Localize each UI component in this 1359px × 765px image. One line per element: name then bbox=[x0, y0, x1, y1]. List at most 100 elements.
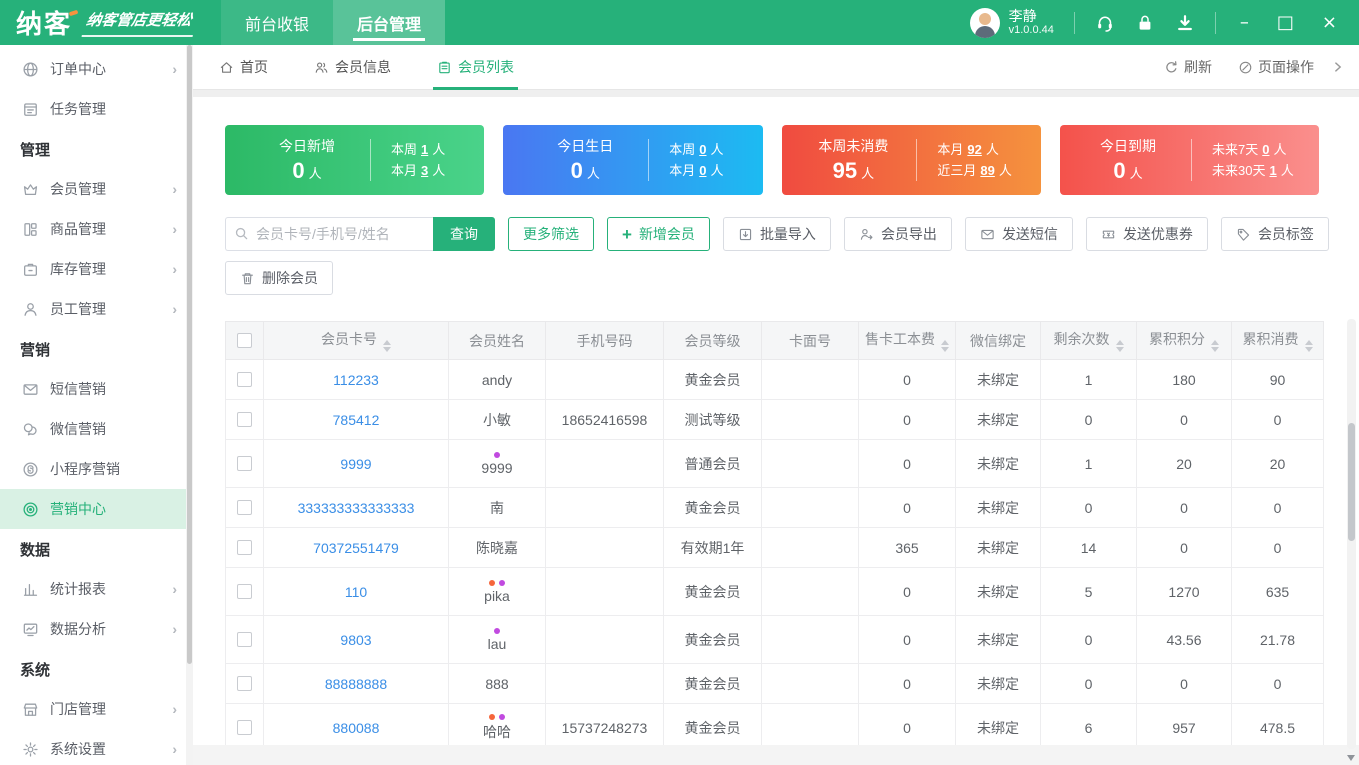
member-card-no-link[interactable]: 70372551479 bbox=[313, 540, 399, 556]
delete-member-button[interactable]: 删除会员 bbox=[225, 261, 333, 295]
select-all-checkbox[interactable] bbox=[237, 333, 252, 348]
row-checkbox[interactable] bbox=[237, 632, 252, 647]
send-coupon-button[interactable]: 发送优惠券 bbox=[1086, 217, 1208, 251]
row-checkbox[interactable] bbox=[237, 720, 252, 735]
stat-card-sub-value-link[interactable]: 92 bbox=[967, 142, 981, 157]
column-header-spend[interactable]: 累积消费 bbox=[1232, 322, 1324, 360]
cell-select bbox=[226, 528, 264, 568]
cell-card-fee: 0 bbox=[859, 568, 956, 616]
sidebar-item-store-manage[interactable]: 门店管理› bbox=[0, 689, 193, 729]
stat-cards-row: 今日新增0人本周1人本月3人今日生日0人本周0人本月0人本周未消费95人本月92… bbox=[193, 97, 1359, 195]
sidebar-item-system-settings[interactable]: 系统设置› bbox=[0, 729, 193, 765]
page-operations-label: 页面操作 bbox=[1258, 57, 1314, 77]
download-icon[interactable] bbox=[1175, 13, 1195, 33]
send-coupon-label: 发送优惠券 bbox=[1123, 224, 1193, 244]
sidebar-item-data-analysis[interactable]: 数据分析› bbox=[0, 609, 193, 649]
search-input[interactable] bbox=[225, 217, 433, 251]
cell-level: 普通会员 bbox=[664, 440, 762, 488]
tab-home[interactable]: 首页 bbox=[219, 45, 268, 90]
scrollbar-thumb[interactable] bbox=[1348, 423, 1355, 541]
member-card-no-link[interactable]: 785412 bbox=[333, 412, 380, 428]
member-card-no-link[interactable]: 9999 bbox=[340, 456, 371, 472]
member-card-no-link[interactable]: 9803 bbox=[340, 632, 371, 648]
content-scrollbar[interactable] bbox=[1347, 319, 1356, 749]
goods-icon bbox=[22, 221, 39, 238]
member-card-no-link[interactable]: 333333333333333 bbox=[298, 500, 415, 516]
sidebar-item-label: 营销中心 bbox=[50, 499, 106, 519]
customer-service-icon[interactable] bbox=[1095, 13, 1115, 33]
tab-member-info[interactable]: 会员信息 bbox=[314, 45, 391, 90]
cell-card-fee: 0 bbox=[859, 360, 956, 400]
user-avatar[interactable] bbox=[970, 8, 1000, 38]
row-checkbox[interactable] bbox=[237, 412, 252, 427]
lock-icon[interactable] bbox=[1135, 13, 1155, 33]
more-filter-button[interactable]: 更多筛选 bbox=[508, 217, 594, 251]
column-header-card-no[interactable]: 会员卡号 bbox=[264, 322, 449, 360]
cell-spend: 90 bbox=[1232, 360, 1324, 400]
sidebar-menu: 订单中心›任务管理管理会员管理›商品管理›库存管理›员工管理›营销短信营销微信营… bbox=[0, 49, 193, 765]
refresh-button[interactable]: 刷新 bbox=[1155, 57, 1221, 77]
sidebar-item-miniprogram-marketing[interactable]: 小程序营销 bbox=[0, 449, 193, 489]
row-checkbox[interactable] bbox=[237, 372, 252, 387]
cell-phone bbox=[546, 616, 664, 664]
member-tag-button[interactable]: 会员标签 bbox=[1221, 217, 1329, 251]
export-member-icon bbox=[859, 227, 874, 242]
stat-card-sub-value-link[interactable]: 1 bbox=[421, 142, 428, 157]
member-card-no-link[interactable]: 88888888 bbox=[325, 676, 387, 692]
stat-card-subrow: 未来30天1人 bbox=[1212, 160, 1294, 181]
column-header-points[interactable]: 累积积分 bbox=[1137, 322, 1232, 360]
stat-card-sub-value-link[interactable]: 3 bbox=[421, 163, 428, 178]
row-checkbox[interactable] bbox=[237, 500, 252, 515]
stat-card-sub-value-link[interactable]: 0 bbox=[1262, 142, 1269, 157]
stat-card-sub-value-link[interactable]: 1 bbox=[1269, 163, 1276, 178]
add-member-button[interactable]: + 新增会员 bbox=[607, 217, 710, 251]
sidebar-item-stats-report[interactable]: 统计报表› bbox=[0, 569, 193, 609]
column-header-card-fee[interactable]: 售卡工本费 bbox=[859, 322, 956, 360]
member-card-no-link[interactable]: 110 bbox=[345, 584, 367, 600]
cell-level: 黄金会员 bbox=[664, 488, 762, 528]
sidebar-item-order-center[interactable]: 订单中心› bbox=[0, 49, 193, 89]
cell-remaining-times: 1 bbox=[1041, 360, 1137, 400]
sidebar-item-marketing-center[interactable]: 营销中心 bbox=[0, 489, 193, 529]
row-checkbox[interactable] bbox=[237, 456, 252, 471]
close-button[interactable]: × bbox=[1318, 12, 1341, 34]
sidebar-item-member-manage[interactable]: 会员管理› bbox=[0, 169, 193, 209]
sidebar-item-sms-marketing[interactable]: 短信营销 bbox=[0, 369, 193, 409]
nav-tab-backoffice[interactable]: 后台管理 bbox=[333, 0, 445, 45]
member-name: 哈哈 bbox=[449, 722, 545, 742]
cell-face-no bbox=[762, 528, 859, 568]
table-row: 333333333333333南黄金会员0未绑定000 bbox=[226, 488, 1324, 528]
column-header-remaining-times[interactable]: 剩余次数 bbox=[1041, 322, 1137, 360]
sidebar-item-wechat-marketing[interactable]: 微信营销 bbox=[0, 409, 193, 449]
send-sms-button[interactable]: 发送短信 bbox=[965, 217, 1073, 251]
trash-icon bbox=[240, 271, 255, 286]
sidebar-item-inventory-manage[interactable]: 库存管理› bbox=[0, 249, 193, 289]
row-checkbox[interactable] bbox=[237, 584, 252, 599]
row-checkbox[interactable] bbox=[237, 540, 252, 555]
member-card-no-link[interactable]: 880088 bbox=[333, 720, 380, 736]
row-checkbox[interactable] bbox=[237, 676, 252, 691]
page-operations-button[interactable]: 页面操作 bbox=[1229, 57, 1323, 77]
sidebar-scrollbar[interactable] bbox=[186, 45, 193, 765]
toolbar: 查询 更多筛选 + 新增会员 批量导入 bbox=[193, 195, 1359, 251]
settings-icon bbox=[22, 741, 39, 758]
stat-card-sub-value-link[interactable]: 89 bbox=[980, 163, 994, 178]
sidebar-item-staff-manage[interactable]: 员工管理› bbox=[0, 289, 193, 329]
sidebar-item-goods-manage[interactable]: 商品管理› bbox=[0, 209, 193, 249]
minimize-button[interactable]: – bbox=[1236, 12, 1253, 34]
nav-tab-front-cashier[interactable]: 前台收银 bbox=[221, 0, 333, 45]
cell-select bbox=[226, 664, 264, 704]
batch-import-button[interactable]: 批量导入 bbox=[723, 217, 831, 251]
query-button[interactable]: 查询 bbox=[433, 217, 495, 251]
stat-card-sub-value-link[interactable]: 0 bbox=[699, 163, 706, 178]
member-card-no-link[interactable]: 112233 bbox=[333, 372, 379, 388]
tab-label: 首页 bbox=[240, 57, 268, 77]
scrollbar-down-arrow[interactable] bbox=[1347, 755, 1355, 761]
stat-card-sub-value-link[interactable]: 0 bbox=[699, 142, 706, 157]
tab-member-list[interactable]: 会员列表 bbox=[437, 45, 514, 90]
sidebar-item-task-manage[interactable]: 任务管理 bbox=[0, 89, 193, 129]
chevron-right-icon[interactable] bbox=[1331, 60, 1345, 74]
export-member-button[interactable]: 会员导出 bbox=[844, 217, 952, 251]
maximize-button[interactable]: □ bbox=[1273, 12, 1298, 34]
refresh-icon bbox=[1164, 60, 1179, 75]
